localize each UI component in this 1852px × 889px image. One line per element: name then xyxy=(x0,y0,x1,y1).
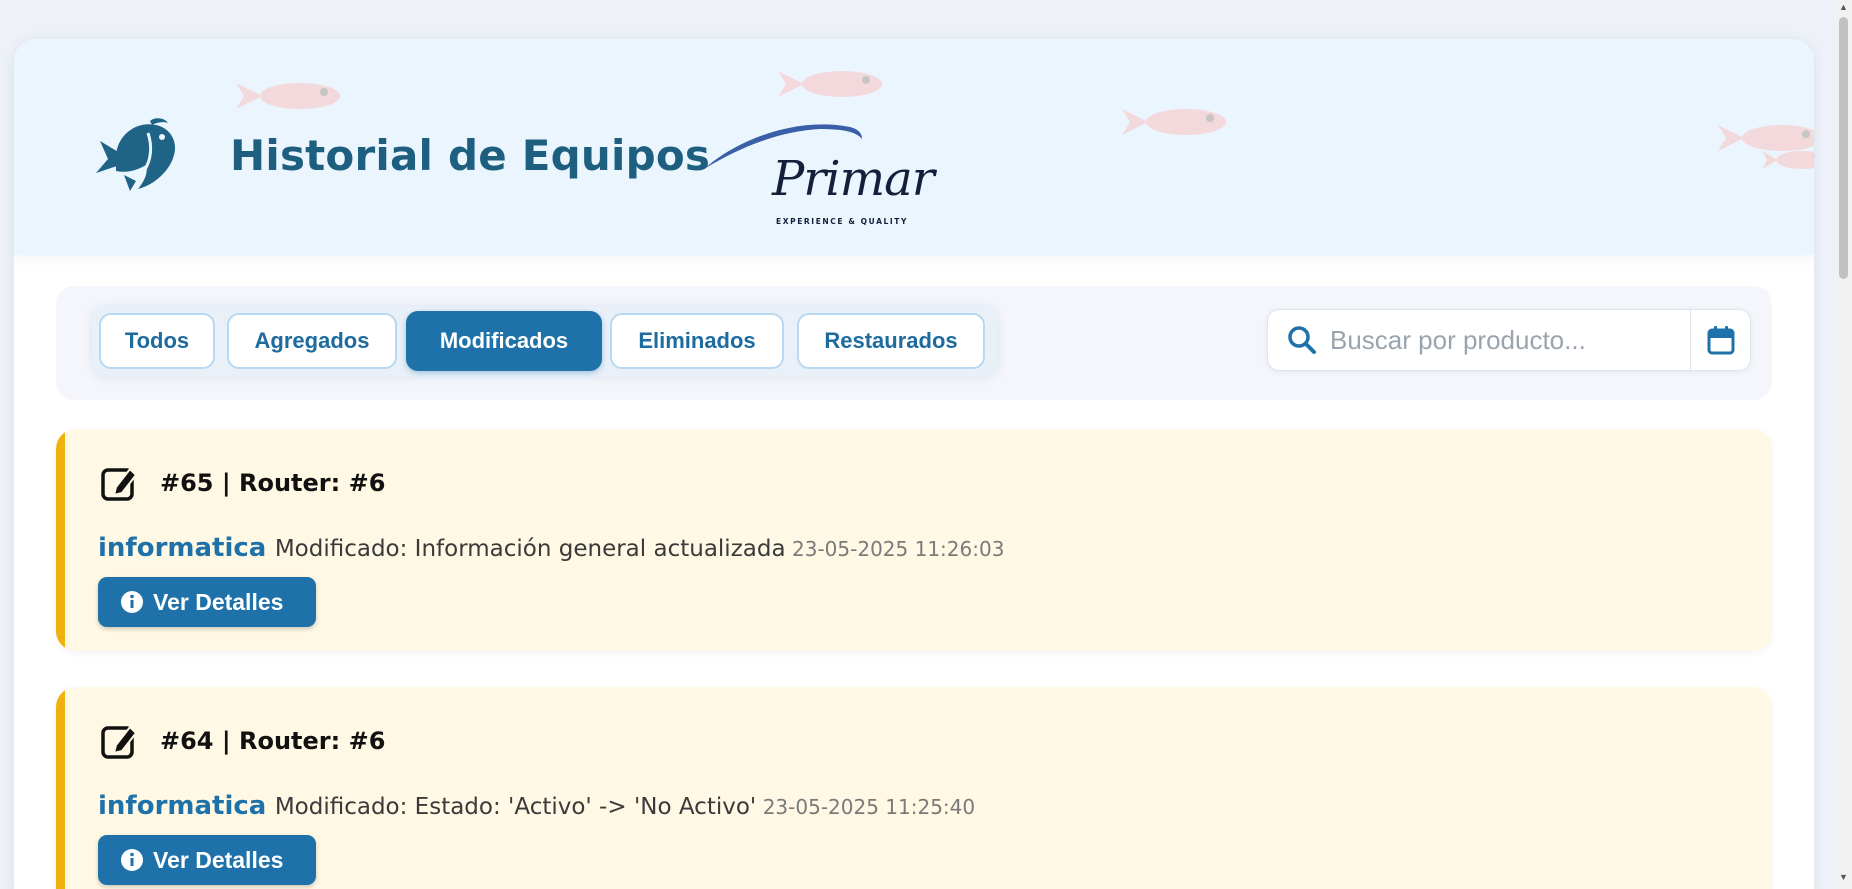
brand-tagline: EXPERIENCE & QUALITY xyxy=(776,217,909,226)
decorative-fish-icon xyxy=(1762,151,1814,169)
info-icon xyxy=(121,591,143,613)
search-box xyxy=(1267,309,1751,371)
card-description: informatica Modificado: Estado: 'Activo'… xyxy=(98,791,975,821)
scroll-down-arrow-icon[interactable]: ▼ xyxy=(1839,872,1848,882)
card-timestamp: 23-05-2025 11:25:40 xyxy=(762,795,976,819)
history-card: #64 | Router: #6 informatica Modificado:… xyxy=(56,687,1772,889)
ver-detalles-label: Ver Detalles xyxy=(153,846,284,873)
filter-tab-group: Todos Agregados Modificados Eliminados R… xyxy=(92,307,998,377)
ver-detalles-label: Ver Detalles xyxy=(153,588,284,615)
calendar-button[interactable] xyxy=(1690,310,1750,370)
calendar-icon xyxy=(1707,326,1734,355)
card-action: Modificado: Estado: 'Activo' -> 'No Acti… xyxy=(274,794,757,820)
search-input[interactable] xyxy=(1330,320,1670,360)
card-title: #65 | Router: #6 xyxy=(160,469,386,497)
decorative-fish-icon xyxy=(778,71,882,97)
decorative-fish-icon xyxy=(1122,109,1226,135)
brand-logo: Primar EXPERIENCE & QUALITY xyxy=(690,113,935,243)
card-timestamp: 23-05-2025 11:26:03 xyxy=(792,537,1005,561)
info-icon xyxy=(121,849,143,871)
card-description: informatica Modificado: Información gene… xyxy=(98,533,1004,563)
ver-detalles-button[interactable]: Ver Detalles xyxy=(98,835,316,885)
search-icon xyxy=(1288,326,1316,354)
brand-name: Primar xyxy=(772,151,935,207)
filter-modificados-button[interactable]: Modificados xyxy=(406,311,602,371)
card-user: informatica xyxy=(98,533,267,563)
card-title: #64 | Router: #6 xyxy=(160,727,386,755)
filter-todos-button[interactable]: Todos xyxy=(99,313,215,369)
scroll-thumb[interactable] xyxy=(1839,17,1848,279)
history-card: #65 | Router: #6 informatica Modificado:… xyxy=(56,429,1772,651)
filter-agregados-button[interactable]: Agregados xyxy=(227,313,397,369)
page-title: Historial de Equipos xyxy=(230,131,711,180)
filter-restaurados-button[interactable]: Restaurados xyxy=(797,313,985,369)
card-user: informatica xyxy=(98,791,267,821)
fish-logo-icon xyxy=(96,118,176,191)
edit-icon xyxy=(101,467,138,501)
header: Historial de Equipos Primar EXPERIENCE &… xyxy=(14,39,1814,255)
ver-detalles-button[interactable]: Ver Detalles xyxy=(98,577,316,627)
scroll-up-arrow-icon[interactable]: ▲ xyxy=(1839,2,1848,12)
card-action: Modificado: Información general actualiz… xyxy=(274,536,786,562)
page-container: Historial de Equipos Primar EXPERIENCE &… xyxy=(14,39,1814,889)
scrollbar[interactable]: ▲ ▼ xyxy=(1835,0,1852,889)
filter-eliminados-button[interactable]: Eliminados xyxy=(610,313,784,369)
edit-icon xyxy=(101,725,138,759)
decorative-fish-icon xyxy=(236,83,340,109)
